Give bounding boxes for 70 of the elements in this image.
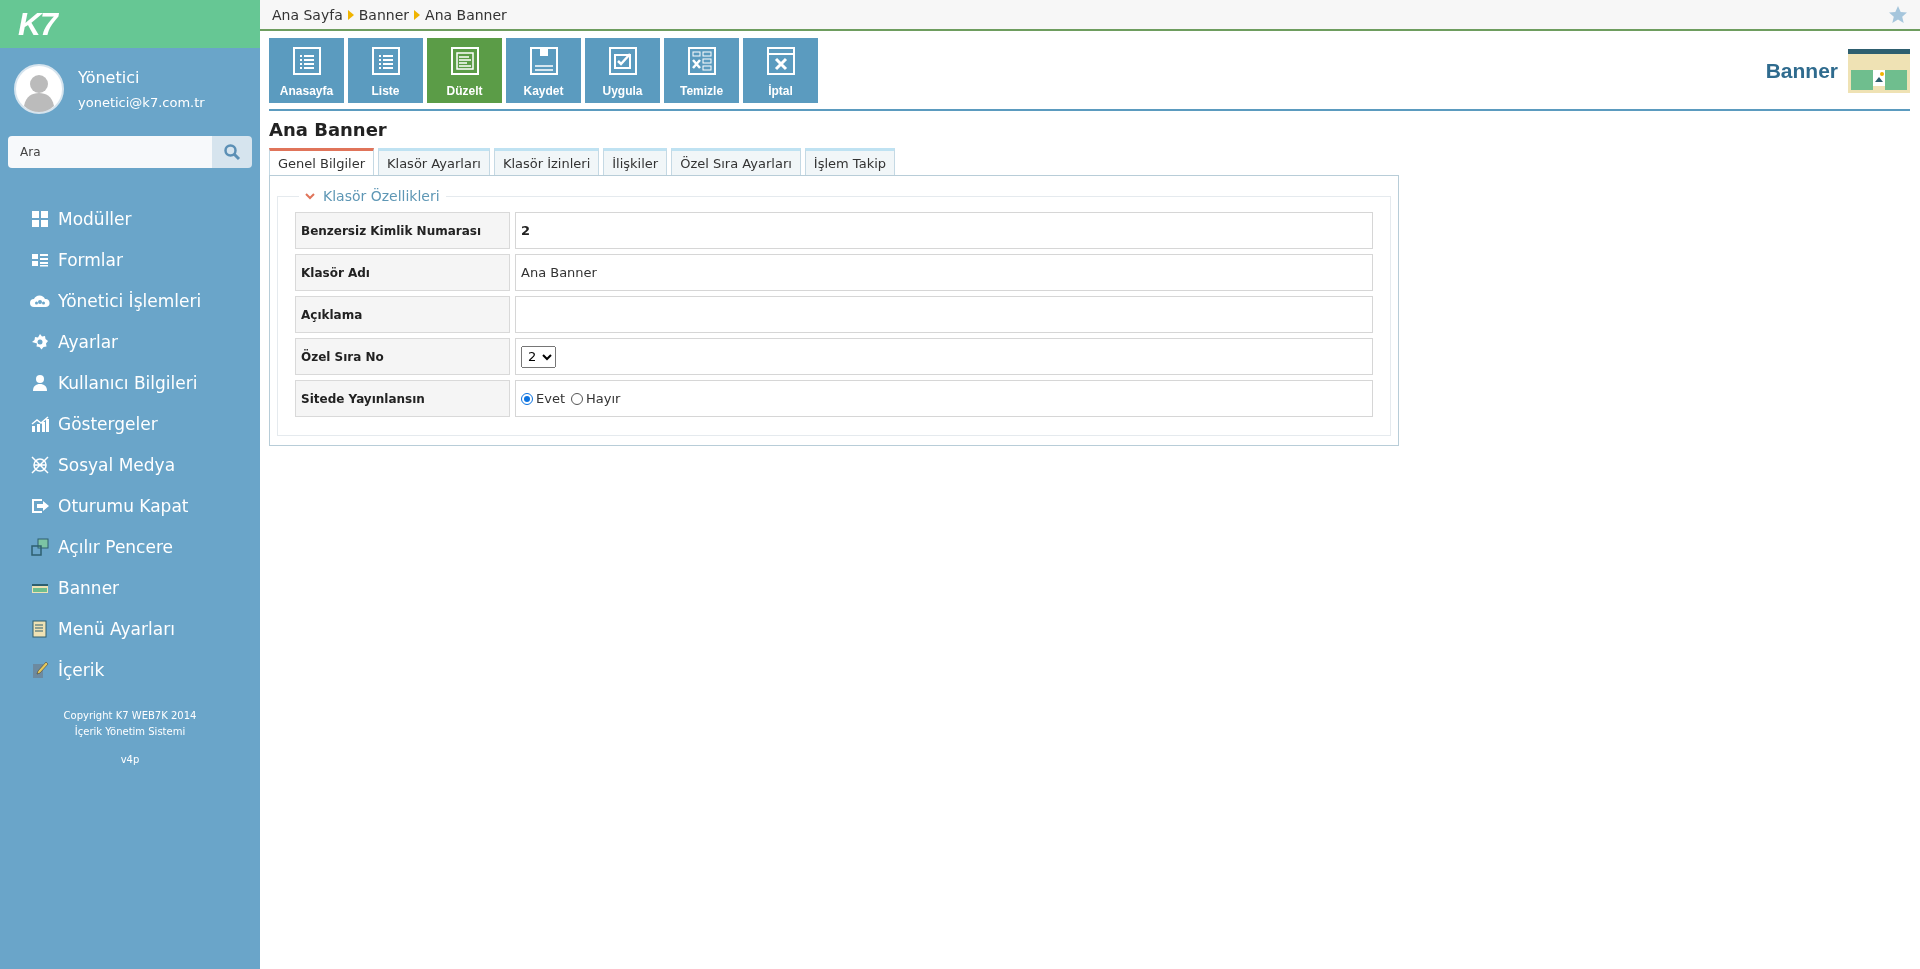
logo: K7 (18, 5, 57, 43)
sidebar-item[interactable]: Kullanıcı Bilgileri (30, 362, 198, 403)
sidebar-item[interactable]: Açılır Pencere (30, 526, 173, 567)
pencil-icon (30, 659, 50, 680)
radio-option[interactable]: Evet (521, 391, 565, 406)
field-label: Özel Sıra No (295, 338, 510, 375)
form-icon (449, 46, 480, 76)
number-dropdown[interactable]: 2 (521, 345, 556, 368)
module-title: Banner (1765, 58, 1838, 83)
tab[interactable]: Klasör Ayarları (378, 148, 490, 176)
field-label: Klasör Adı (295, 254, 510, 291)
copyright-text: Copyright K7 WEB7K 2014 (62, 709, 198, 723)
caret-icon (346, 8, 355, 21)
tab[interactable]: İlişkiler (603, 148, 668, 176)
toolbar-button[interactable]: Düzelt (427, 38, 502, 103)
search-icon (223, 143, 241, 161)
search-field[interactable]: Ara (8, 136, 212, 168)
toolbar-button[interactable]: Liste (348, 38, 423, 103)
copyright-text: İçerik Yönetim Sistemi (73, 724, 187, 739)
tab[interactable]: Özel Sıra Ayarları (671, 148, 801, 176)
section-toggle[interactable]: Klasör Özellikleri (305, 188, 440, 204)
cancel-icon (765, 46, 796, 76)
sidebar-item[interactable]: Yönetici İşlemleri (30, 280, 202, 321)
radio-option[interactable]: Hayır (571, 391, 621, 406)
page-title: Ana Banner (269, 119, 388, 140)
sidebar-item[interactable]: Ayarlar (30, 321, 119, 362)
sidebar-item[interactable]: Modüller (30, 198, 132, 239)
windows-icon (30, 536, 50, 557)
sidebar-item[interactable]: Banner (30, 567, 120, 608)
document-icon (30, 618, 50, 639)
breadcrumb-link[interactable]: Ana Sayfa (272, 6, 343, 23)
banner-icon (1848, 48, 1910, 93)
sidebar-item[interactable]: İçerik (30, 649, 105, 690)
field-label: Açıklama (295, 296, 510, 333)
id-field: 2 (515, 212, 1373, 249)
version-text: v4p (119, 754, 141, 765)
search-button[interactable] (212, 136, 252, 168)
toolbar-button[interactable]: Anasayfa (269, 38, 344, 103)
caret-icon (413, 8, 422, 21)
sidebar-item[interactable]: Formlar (30, 239, 123, 280)
user-email: yonetici@k7.com.tr (78, 95, 205, 110)
chevron-icon (305, 192, 315, 200)
field-label: Sitede Yayınlansın (295, 380, 510, 417)
field-label: Benzersiz Kimlik Numarası (295, 212, 510, 249)
avatar-icon (14, 64, 64, 114)
tab[interactable]: Klasör İzinleri (493, 148, 600, 176)
sidebar-item[interactable]: Sosyal Medya (30, 444, 176, 485)
user-icon (30, 372, 50, 393)
star-icon[interactable] (1888, 4, 1908, 25)
globe-icon (30, 454, 50, 475)
sidebar-item[interactable]: Göstergeler (30, 403, 158, 444)
input-field[interactable]: Ana Banner (515, 254, 1373, 291)
toolbar-button[interactable]: Kaydet (506, 38, 581, 103)
checkbox-icon (607, 46, 638, 76)
input-field[interactable] (515, 296, 1373, 333)
table-clear-icon (686, 46, 717, 76)
grid-icon (30, 208, 50, 229)
list-icon (291, 46, 322, 76)
toolbar-button[interactable]: Uygula (585, 38, 660, 103)
chart-icon (30, 413, 50, 434)
toolbar-button[interactable]: Temizle (664, 38, 739, 103)
tab[interactable]: Genel Bilgiler (269, 148, 374, 176)
toolbar-button[interactable]: İptal (743, 38, 818, 103)
list-icon (370, 46, 401, 76)
sidebar-item[interactable]: Menü Ayarları (30, 608, 175, 649)
tab[interactable]: İşlem Takip (804, 148, 896, 176)
breadcrumb-link[interactable]: Ana Banner (425, 6, 507, 23)
sidebar-item[interactable]: Oturumu Kapat (30, 485, 189, 526)
breadcrumb-link[interactable]: Banner (358, 6, 410, 23)
user-name: Yönetici (78, 68, 141, 87)
